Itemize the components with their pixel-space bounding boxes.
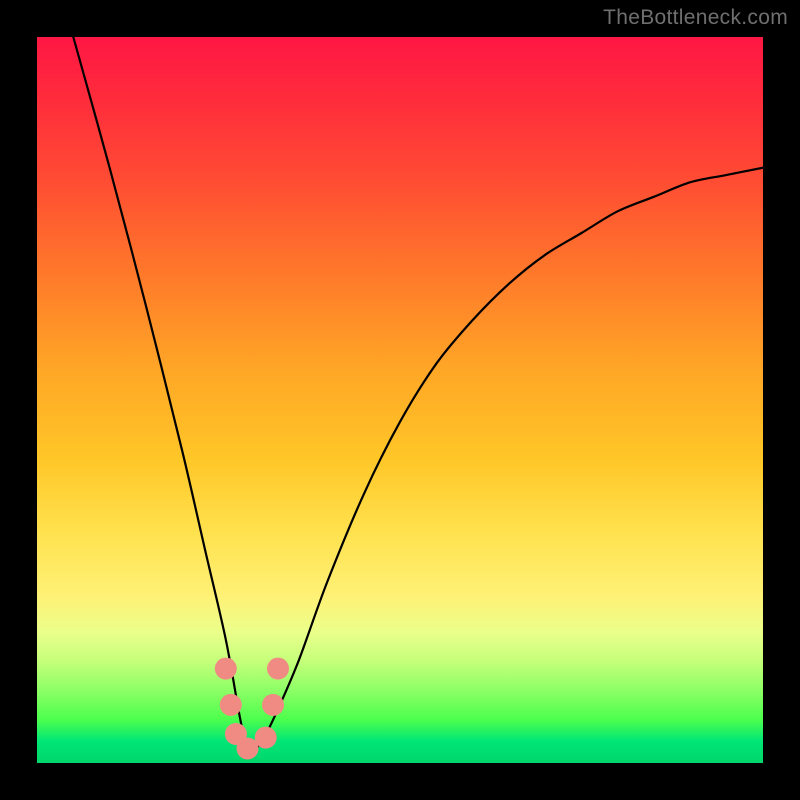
curve-marker: [220, 694, 242, 716]
plot-area: [37, 37, 763, 763]
curve-marker: [262, 694, 284, 716]
watermark-text: TheBottleneck.com: [603, 6, 788, 30]
chart-frame: TheBottleneck.com: [0, 0, 800, 800]
curve-marker: [267, 658, 289, 680]
bottleneck-curve: [73, 37, 763, 751]
curve-marker: [215, 658, 237, 680]
curve-markers: [215, 658, 289, 760]
curve-marker: [255, 727, 277, 749]
chart-svg: [37, 37, 763, 763]
